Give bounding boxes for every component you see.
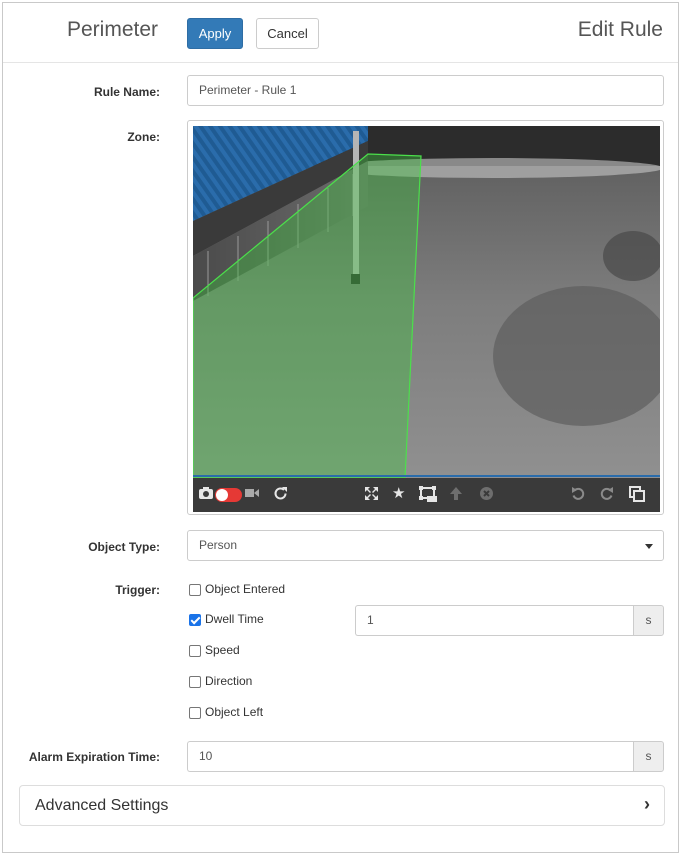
- trigger-label: Trigger:: [115, 583, 160, 597]
- delete-icon[interactable]: [479, 486, 494, 506]
- advanced-settings-panel[interactable]: Advanced Settings ›: [19, 785, 665, 826]
- object-type-value: Person: [199, 538, 238, 552]
- dialog-header: Perimeter Apply Cancel Edit Rule: [3, 3, 678, 63]
- record-toggle[interactable]: [215, 488, 242, 502]
- dwell-time-input[interactable]: 1: [355, 605, 633, 636]
- dwell-time-group: 1 s: [355, 605, 664, 636]
- object-entered-checkbox[interactable]: [189, 584, 201, 596]
- rule-name-label: Rule Name:: [93, 85, 160, 99]
- dwell-time-label: Dwell Time: [205, 612, 264, 626]
- page-title: Perimeter: [67, 18, 159, 41]
- copy-icon[interactable]: [629, 486, 645, 507]
- refresh-icon[interactable]: [273, 486, 288, 506]
- camera-view[interactable]: [193, 126, 660, 478]
- apply-button[interactable]: Apply: [187, 18, 243, 49]
- direction-checkbox[interactable]: [189, 676, 201, 688]
- zone-editor: ★: [187, 120, 664, 515]
- object-left-label: Object Left: [205, 705, 264, 719]
- advanced-settings-label: Advanced Settings: [35, 797, 169, 814]
- alarm-expiration-unit: s: [633, 741, 664, 772]
- object-left-checkbox[interactable]: [189, 707, 201, 719]
- alarm-expiration-label: Alarm Expiration Time:: [28, 750, 160, 764]
- fullscreen-icon[interactable]: [364, 486, 379, 506]
- zone-label: Zone:: [127, 130, 160, 144]
- chevron-right-icon: ›: [644, 794, 650, 814]
- star-icon[interactable]: ★: [392, 485, 405, 503]
- direction-label: Direction: [205, 674, 253, 688]
- cancel-button[interactable]: Cancel: [256, 18, 319, 49]
- object-type-select[interactable]: Person: [187, 530, 664, 561]
- zone-toolbar: ★: [193, 478, 660, 512]
- edit-rule-dialog: Perimeter Apply Cancel Edit Rule Rule Na…: [2, 2, 679, 853]
- alarm-expiration-input[interactable]: 10: [187, 741, 633, 772]
- caret-down-icon: [645, 544, 653, 549]
- camera-icon[interactable]: [199, 486, 213, 504]
- dwell-time-checkbox[interactable]: [189, 614, 201, 626]
- video-icon[interactable]: [245, 486, 259, 504]
- object-entered-label: Object Entered: [205, 582, 286, 596]
- dwell-time-unit: s: [633, 605, 664, 636]
- camera-image: [193, 126, 660, 478]
- speed-label: Speed: [205, 643, 240, 657]
- undo-icon[interactable]: [571, 486, 586, 506]
- dialog-title: Edit Rule: [577, 18, 663, 41]
- object-type-label: Object Type:: [88, 540, 160, 554]
- arrow-up-icon[interactable]: [449, 486, 463, 506]
- alarm-expiration-group: 10 s: [187, 741, 664, 772]
- rule-name-input[interactable]: Perimeter - Rule 1: [187, 75, 664, 106]
- zone-select-icon[interactable]: [419, 486, 439, 507]
- speed-checkbox[interactable]: [189, 645, 201, 657]
- redo-icon[interactable]: [599, 486, 614, 506]
